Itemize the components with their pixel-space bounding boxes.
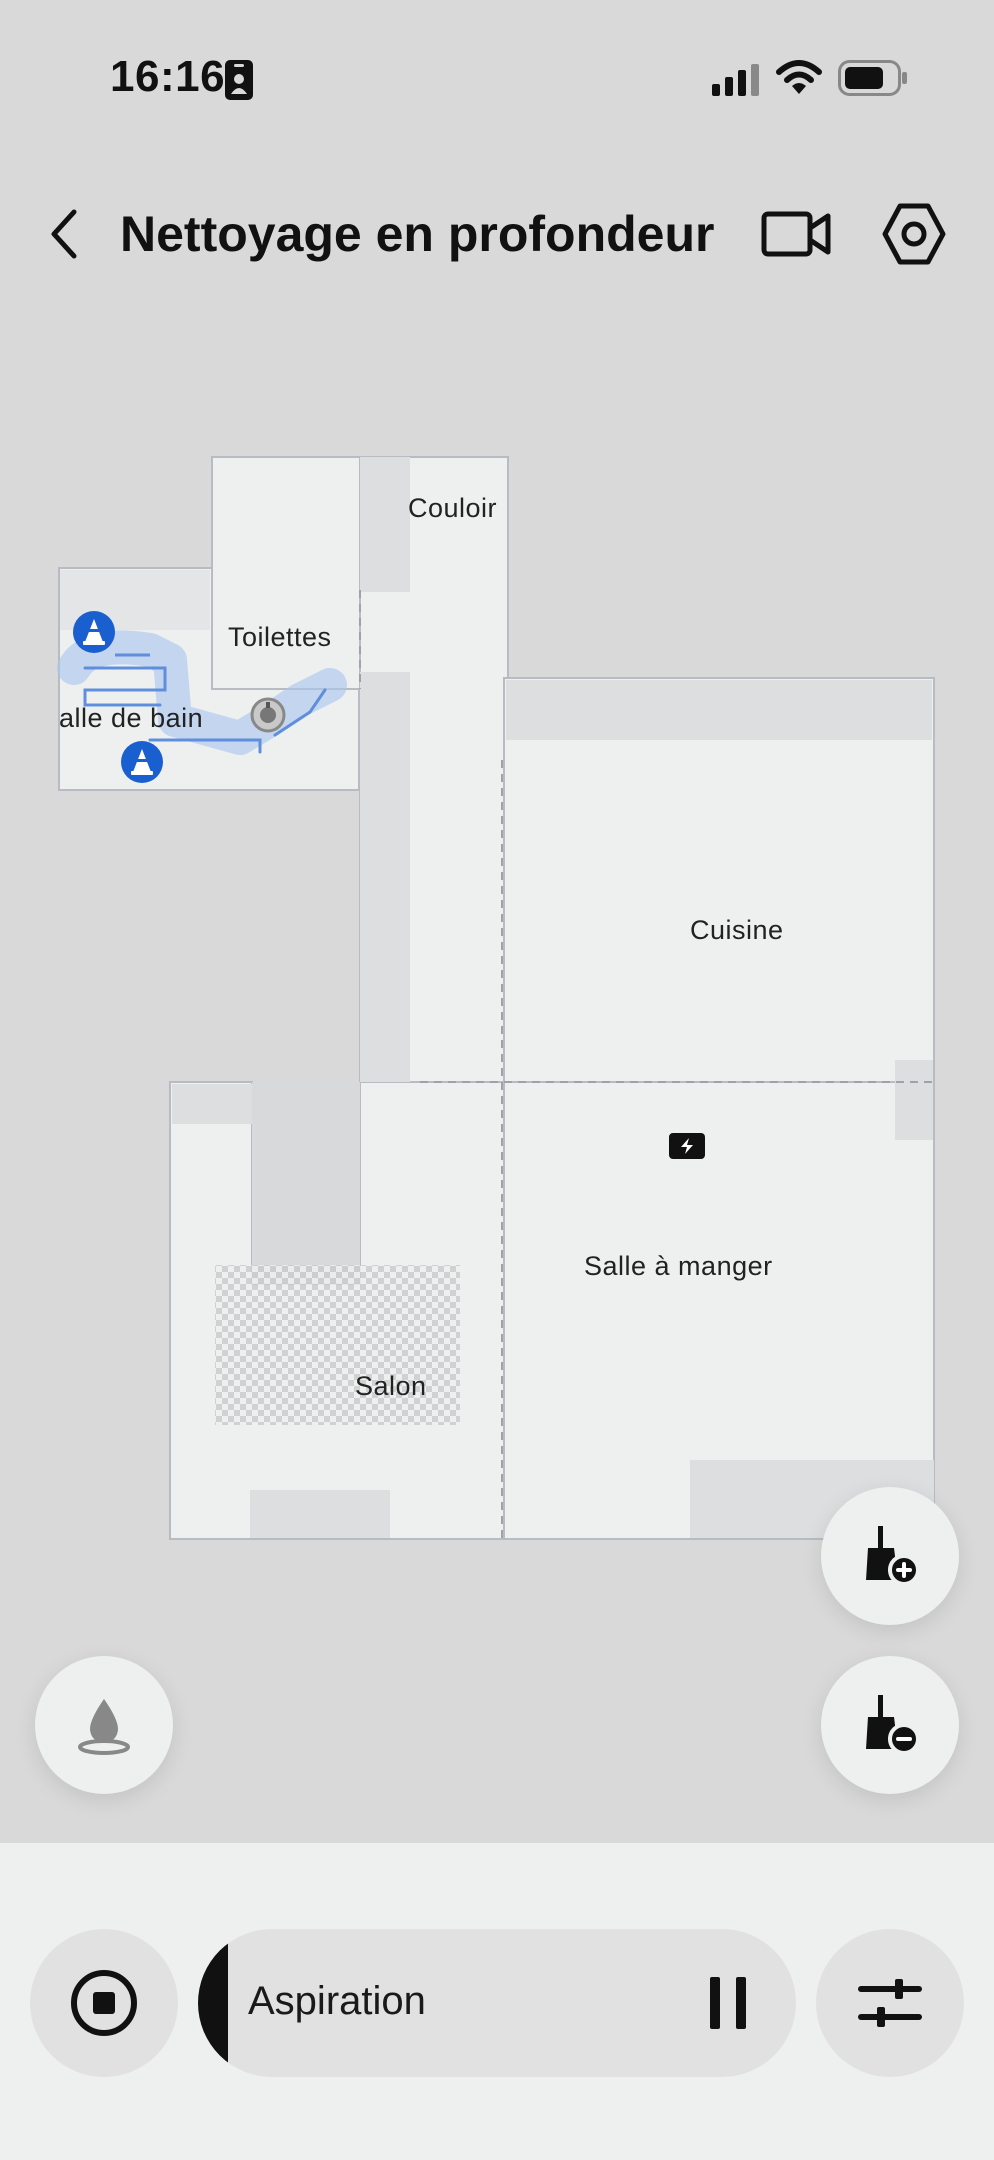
room-label-salon[interactable]: Salon [355, 1371, 427, 1402]
cleaning-settings-button[interactable] [816, 1929, 964, 2077]
wifi-icon [776, 60, 822, 94]
settings-hexagon-icon [882, 203, 946, 265]
room-toilettes [211, 456, 361, 690]
no-go-cone-icon[interactable] [121, 741, 163, 783]
cleaning-progress-fill [198, 1929, 228, 2077]
water-drop-icon [78, 1699, 130, 1755]
cellular-signal-icon [712, 64, 759, 96]
pause-button[interactable] [698, 1971, 758, 2035]
video-camera-icon [761, 211, 831, 257]
stop-icon [71, 1970, 137, 2036]
no-go-cone-icon[interactable] [73, 611, 115, 653]
video-button[interactable] [760, 202, 834, 266]
sliders-icon [858, 1979, 922, 2027]
room-label-toilettes[interactable]: Toilettes [228, 622, 332, 653]
room-label-cuisine[interactable]: Cuisine [690, 915, 784, 946]
charging-dock-icon[interactable] [669, 1133, 705, 1159]
status-time: 16:16 [110, 52, 226, 101]
settings-button[interactable] [880, 200, 948, 268]
page-title: Nettoyage en profondeur [120, 206, 715, 262]
water-level-button[interactable] [35, 1656, 173, 1794]
cleaning-mode-label: Aspiration [248, 1979, 426, 2023]
floor-map[interactable]: Couloir Toilettes alle de bain Cuisine S… [0, 400, 994, 1580]
broom-remove-icon [866, 1695, 920, 1755]
battery-icon [838, 60, 907, 96]
status-bar: 16:16 [0, 0, 994, 160]
room-label-couloir[interactable]: Couloir [408, 493, 497, 524]
remove-cleaning-zone-button[interactable] [821, 1656, 959, 1794]
room-label-salle-de-bain[interactable]: alle de bain [59, 703, 203, 734]
cleaning-mode-control[interactable]: Aspiration [198, 1929, 796, 2077]
id-card-icon [225, 60, 253, 100]
back-icon [51, 209, 77, 259]
header: Nettoyage en profondeur [0, 180, 994, 290]
add-cleaning-zone-button[interactable] [821, 1487, 959, 1625]
back-button[interactable] [40, 204, 90, 264]
robot-icon[interactable] [250, 697, 286, 733]
pause-icon [710, 1977, 746, 2029]
stop-button[interactable] [30, 1929, 178, 2077]
broom-add-icon [866, 1526, 920, 1586]
floor-plan [57, 456, 935, 1540]
room-label-salle-a-manger[interactable]: Salle à manger [584, 1251, 773, 1282]
